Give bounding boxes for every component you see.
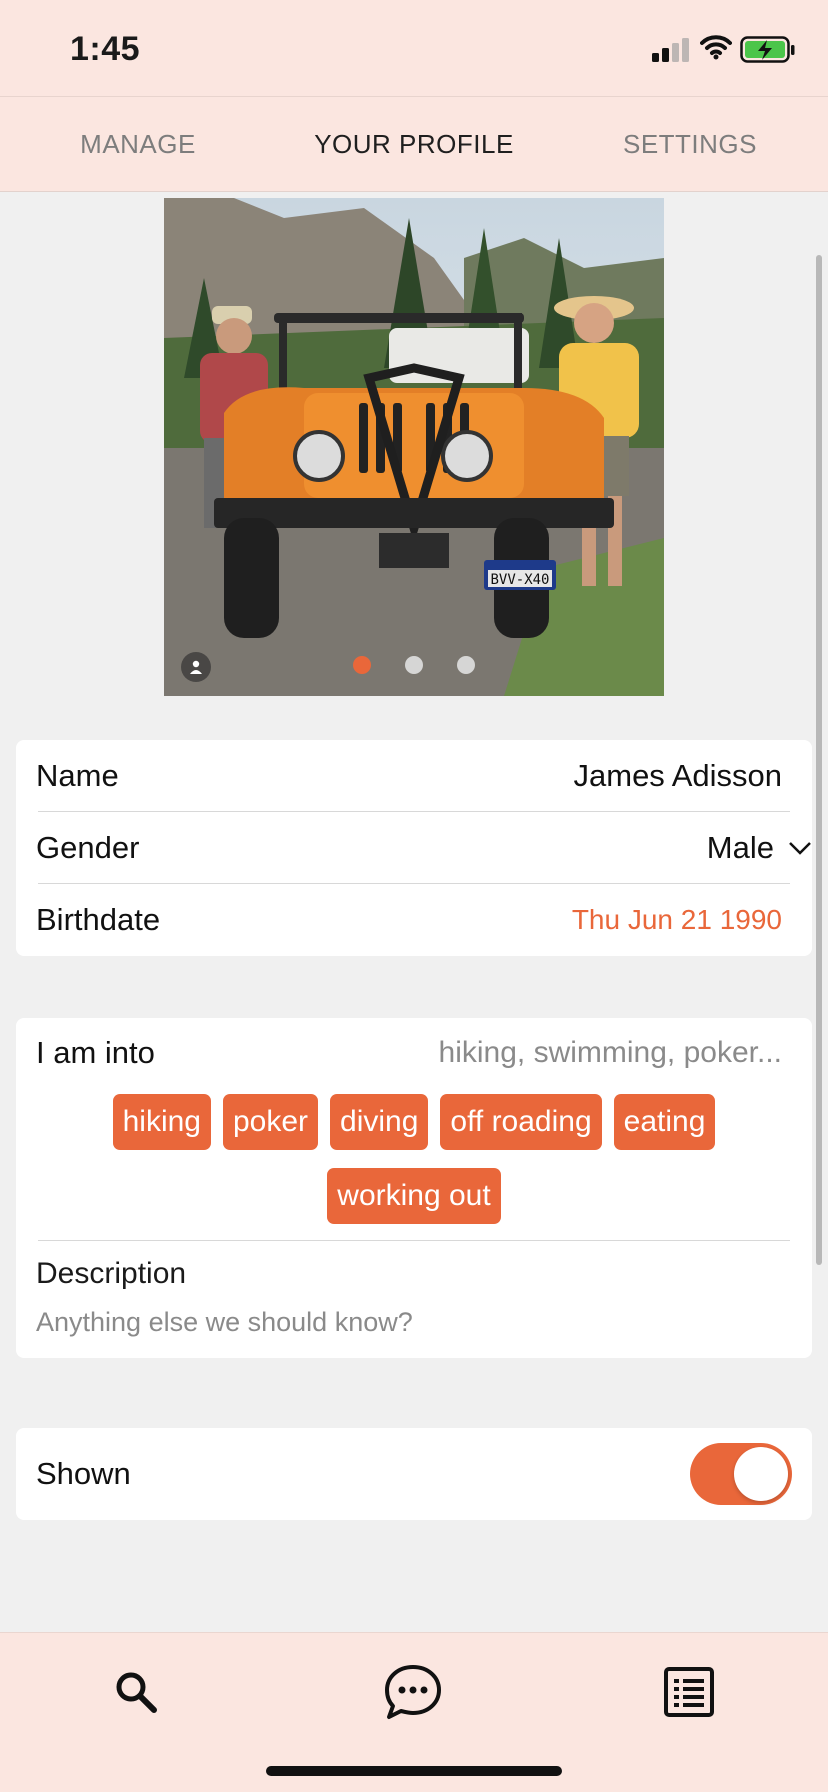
status-bar: 1:45 xyxy=(0,0,828,96)
description-label: Description xyxy=(36,1257,187,1290)
tab-manage[interactable]: MANAGE xyxy=(0,97,276,191)
carousel-dot[interactable] xyxy=(457,656,475,674)
list-icon[interactable] xyxy=(654,1657,724,1727)
gender-label: Gender xyxy=(36,830,140,865)
chat-icon[interactable] xyxy=(378,1657,448,1727)
status-time: 1:45 xyxy=(70,30,141,68)
interest-tag[interactable]: diving xyxy=(330,1094,429,1150)
cellular-signal-icon xyxy=(652,38,690,62)
interest-tag[interactable]: hiking xyxy=(112,1094,211,1150)
description-input[interactable]: Anything else we should know? xyxy=(36,1307,792,1338)
gender-value[interactable]: Male xyxy=(707,830,774,866)
interest-tag[interactable]: poker xyxy=(222,1094,319,1150)
scrollbar[interactable] xyxy=(816,255,822,1265)
interest-tag-list: hiking poker diving off roading eating w… xyxy=(16,1088,812,1240)
name-row[interactable]: Name James Adisson xyxy=(16,740,812,812)
gender-row[interactable]: Gender Male xyxy=(16,812,812,884)
interest-tag[interactable]: eating xyxy=(613,1094,716,1150)
birthdate-label: Birthdate xyxy=(36,902,161,937)
interests-input[interactable]: hiking, swimming, poker... xyxy=(439,1036,782,1070)
carousel-dot[interactable] xyxy=(353,656,371,674)
top-tab-bar: MANAGE YOUR PROFILE SETTINGS xyxy=(0,96,828,192)
battery-charging-icon xyxy=(740,36,796,69)
visibility-card: Shown xyxy=(16,1428,812,1520)
carousel-dot[interactable] xyxy=(405,656,423,674)
wifi-icon xyxy=(700,34,732,65)
description-field[interactable]: Description Anything else we should know… xyxy=(16,1241,812,1358)
interests-card: I am into hiking, swimming, poker... hik… xyxy=(16,1018,812,1358)
search-icon[interactable] xyxy=(101,1657,171,1727)
license-plate-text: BVV-X40 xyxy=(490,572,549,588)
name-value[interactable]: James Adisson xyxy=(574,758,783,794)
home-indicator[interactable] xyxy=(266,1766,562,1776)
tab-your-profile[interactable]: YOUR PROFILE xyxy=(276,97,552,191)
profile-details-card: Name James Adisson Gender Male Birthdate… xyxy=(16,740,812,956)
shown-row: Shown xyxy=(16,1428,812,1520)
interests-label: I am into xyxy=(36,1035,155,1070)
interest-tag[interactable]: off roading xyxy=(440,1094,602,1150)
carousel-page-indicator xyxy=(164,656,664,674)
shown-toggle[interactable] xyxy=(690,1443,792,1505)
profile-photo[interactable]: BVV-X40 xyxy=(164,198,664,696)
chevron-down-icon[interactable] xyxy=(788,840,812,856)
toggle-knob xyxy=(734,1447,788,1501)
name-label: Name xyxy=(36,758,119,793)
tab-settings[interactable]: SETTINGS xyxy=(552,97,828,191)
birthdate-value[interactable]: Thu Jun 21 1990 xyxy=(572,904,782,936)
interests-row[interactable]: I am into hiking, swimming, poker... xyxy=(16,1018,812,1088)
birthdate-row[interactable]: Birthdate Thu Jun 21 1990 xyxy=(16,884,812,956)
interest-tag[interactable]: working out xyxy=(327,1168,501,1224)
shown-label: Shown xyxy=(36,1456,131,1491)
